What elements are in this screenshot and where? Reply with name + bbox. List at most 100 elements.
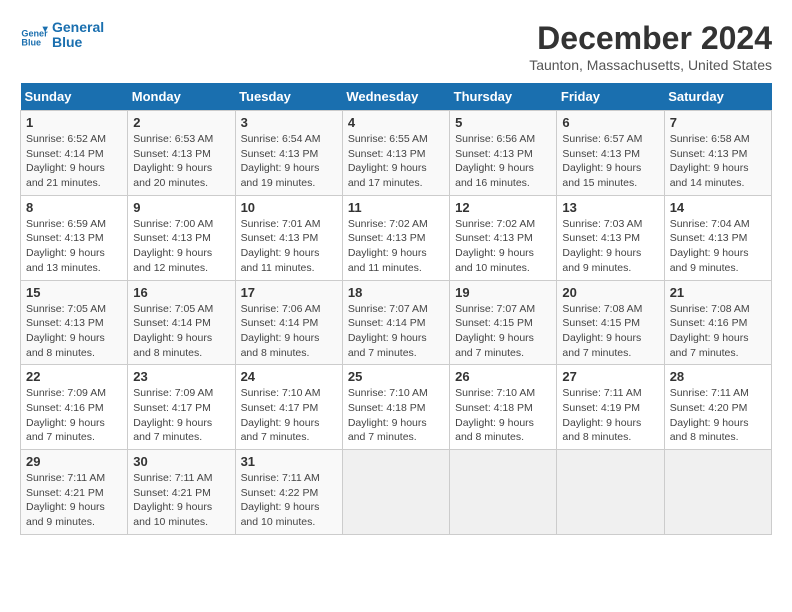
day-number: 28 [670, 369, 766, 384]
day-number: 23 [133, 369, 229, 384]
day-number: 10 [241, 200, 337, 215]
day-number: 5 [455, 115, 551, 130]
header: General Blue General Blue December 2024 … [20, 20, 772, 73]
calendar-cell: 18 Sunrise: 7:07 AM Sunset: 4:14 PM Dayl… [342, 280, 449, 365]
logo: General Blue General Blue [20, 20, 104, 51]
calendar-cell: 27 Sunrise: 7:11 AM Sunset: 4:19 PM Dayl… [557, 365, 664, 450]
calendar-week-4: 22 Sunrise: 7:09 AM Sunset: 4:16 PM Dayl… [21, 365, 772, 450]
logo-line1: General [52, 20, 104, 35]
calendar-header-row: SundayMondayTuesdayWednesdayThursdayFrid… [21, 83, 772, 111]
calendar-cell: 3 Sunrise: 6:54 AM Sunset: 4:13 PM Dayli… [235, 111, 342, 196]
day-number: 18 [348, 285, 444, 300]
day-number: 16 [133, 285, 229, 300]
day-number: 21 [670, 285, 766, 300]
title-area: December 2024 Taunton, Massachusetts, Un… [529, 20, 772, 73]
calendar-cell: 12 Sunrise: 7:02 AM Sunset: 4:13 PM Dayl… [450, 195, 557, 280]
day-info: Sunrise: 7:10 AM Sunset: 4:17 PM Dayligh… [241, 386, 337, 445]
day-info: Sunrise: 7:09 AM Sunset: 4:16 PM Dayligh… [26, 386, 122, 445]
day-info: Sunrise: 7:07 AM Sunset: 4:14 PM Dayligh… [348, 302, 444, 361]
calendar-cell: 23 Sunrise: 7:09 AM Sunset: 4:17 PM Dayl… [128, 365, 235, 450]
day-number: 19 [455, 285, 551, 300]
day-number: 12 [455, 200, 551, 215]
day-info: Sunrise: 6:54 AM Sunset: 4:13 PM Dayligh… [241, 132, 337, 191]
day-number: 8 [26, 200, 122, 215]
header-sunday: Sunday [21, 83, 128, 111]
day-info: Sunrise: 7:04 AM Sunset: 4:13 PM Dayligh… [670, 217, 766, 276]
calendar-cell: 7 Sunrise: 6:58 AM Sunset: 4:13 PM Dayli… [664, 111, 771, 196]
calendar-week-1: 1 Sunrise: 6:52 AM Sunset: 4:14 PM Dayli… [21, 111, 772, 196]
calendar-cell: 28 Sunrise: 7:11 AM Sunset: 4:20 PM Dayl… [664, 365, 771, 450]
calendar-cell: 5 Sunrise: 6:56 AM Sunset: 4:13 PM Dayli… [450, 111, 557, 196]
day-info: Sunrise: 6:53 AM Sunset: 4:13 PM Dayligh… [133, 132, 229, 191]
calendar-cell: 24 Sunrise: 7:10 AM Sunset: 4:17 PM Dayl… [235, 365, 342, 450]
calendar-cell: 31 Sunrise: 7:11 AM Sunset: 4:22 PM Dayl… [235, 450, 342, 535]
day-number: 22 [26, 369, 122, 384]
day-info: Sunrise: 6:58 AM Sunset: 4:13 PM Dayligh… [670, 132, 766, 191]
day-number: 3 [241, 115, 337, 130]
day-info: Sunrise: 7:06 AM Sunset: 4:14 PM Dayligh… [241, 302, 337, 361]
calendar-cell: 2 Sunrise: 6:53 AM Sunset: 4:13 PM Dayli… [128, 111, 235, 196]
day-info: Sunrise: 7:11 AM Sunset: 4:21 PM Dayligh… [26, 471, 122, 530]
day-info: Sunrise: 7:02 AM Sunset: 4:13 PM Dayligh… [348, 217, 444, 276]
day-info: Sunrise: 7:08 AM Sunset: 4:16 PM Dayligh… [670, 302, 766, 361]
day-info: Sunrise: 7:05 AM Sunset: 4:13 PM Dayligh… [26, 302, 122, 361]
calendar-subtitle: Taunton, Massachusetts, United States [529, 57, 772, 73]
calendar-cell: 9 Sunrise: 7:00 AM Sunset: 4:13 PM Dayli… [128, 195, 235, 280]
day-info: Sunrise: 7:10 AM Sunset: 4:18 PM Dayligh… [455, 386, 551, 445]
day-info: Sunrise: 7:11 AM Sunset: 4:19 PM Dayligh… [562, 386, 658, 445]
calendar-cell: 1 Sunrise: 6:52 AM Sunset: 4:14 PM Dayli… [21, 111, 128, 196]
calendar-cell [664, 450, 771, 535]
day-number: 20 [562, 285, 658, 300]
calendar-week-5: 29 Sunrise: 7:11 AM Sunset: 4:21 PM Dayl… [21, 450, 772, 535]
day-info: Sunrise: 7:08 AM Sunset: 4:15 PM Dayligh… [562, 302, 658, 361]
calendar-cell: 6 Sunrise: 6:57 AM Sunset: 4:13 PM Dayli… [557, 111, 664, 196]
day-info: Sunrise: 7:11 AM Sunset: 4:21 PM Dayligh… [133, 471, 229, 530]
calendar-cell: 22 Sunrise: 7:09 AM Sunset: 4:16 PM Dayl… [21, 365, 128, 450]
header-friday: Friday [557, 83, 664, 111]
day-info: Sunrise: 7:05 AM Sunset: 4:14 PM Dayligh… [133, 302, 229, 361]
day-number: 29 [26, 454, 122, 469]
day-info: Sunrise: 7:10 AM Sunset: 4:18 PM Dayligh… [348, 386, 444, 445]
day-info: Sunrise: 7:03 AM Sunset: 4:13 PM Dayligh… [562, 217, 658, 276]
day-info: Sunrise: 6:57 AM Sunset: 4:13 PM Dayligh… [562, 132, 658, 191]
day-number: 1 [26, 115, 122, 130]
calendar-cell: 30 Sunrise: 7:11 AM Sunset: 4:21 PM Dayl… [128, 450, 235, 535]
day-number: 6 [562, 115, 658, 130]
day-info: Sunrise: 7:11 AM Sunset: 4:20 PM Dayligh… [670, 386, 766, 445]
day-number: 24 [241, 369, 337, 384]
calendar-cell: 10 Sunrise: 7:01 AM Sunset: 4:13 PM Dayl… [235, 195, 342, 280]
day-number: 30 [133, 454, 229, 469]
day-number: 17 [241, 285, 337, 300]
day-number: 4 [348, 115, 444, 130]
calendar-cell: 21 Sunrise: 7:08 AM Sunset: 4:16 PM Dayl… [664, 280, 771, 365]
day-info: Sunrise: 6:52 AM Sunset: 4:14 PM Dayligh… [26, 132, 122, 191]
header-tuesday: Tuesday [235, 83, 342, 111]
day-number: 14 [670, 200, 766, 215]
header-thursday: Thursday [450, 83, 557, 111]
day-info: Sunrise: 6:56 AM Sunset: 4:13 PM Dayligh… [455, 132, 551, 191]
day-info: Sunrise: 7:09 AM Sunset: 4:17 PM Dayligh… [133, 386, 229, 445]
header-monday: Monday [128, 83, 235, 111]
day-number: 31 [241, 454, 337, 469]
calendar-cell: 15 Sunrise: 7:05 AM Sunset: 4:13 PM Dayl… [21, 280, 128, 365]
header-wednesday: Wednesday [342, 83, 449, 111]
day-number: 2 [133, 115, 229, 130]
day-number: 11 [348, 200, 444, 215]
day-info: Sunrise: 7:01 AM Sunset: 4:13 PM Dayligh… [241, 217, 337, 276]
calendar-cell [450, 450, 557, 535]
calendar-table: SundayMondayTuesdayWednesdayThursdayFrid… [20, 83, 772, 535]
header-saturday: Saturday [664, 83, 771, 111]
day-number: 13 [562, 200, 658, 215]
calendar-cell: 19 Sunrise: 7:07 AM Sunset: 4:15 PM Dayl… [450, 280, 557, 365]
calendar-cell: 16 Sunrise: 7:05 AM Sunset: 4:14 PM Dayl… [128, 280, 235, 365]
day-info: Sunrise: 6:55 AM Sunset: 4:13 PM Dayligh… [348, 132, 444, 191]
day-info: Sunrise: 7:02 AM Sunset: 4:13 PM Dayligh… [455, 217, 551, 276]
calendar-cell: 29 Sunrise: 7:11 AM Sunset: 4:21 PM Dayl… [21, 450, 128, 535]
calendar-cell: 8 Sunrise: 6:59 AM Sunset: 4:13 PM Dayli… [21, 195, 128, 280]
day-info: Sunrise: 7:11 AM Sunset: 4:22 PM Dayligh… [241, 471, 337, 530]
calendar-cell: 13 Sunrise: 7:03 AM Sunset: 4:13 PM Dayl… [557, 195, 664, 280]
calendar-cell: 11 Sunrise: 7:02 AM Sunset: 4:13 PM Dayl… [342, 195, 449, 280]
calendar-cell [342, 450, 449, 535]
calendar-cell: 25 Sunrise: 7:10 AM Sunset: 4:18 PM Dayl… [342, 365, 449, 450]
day-number: 15 [26, 285, 122, 300]
